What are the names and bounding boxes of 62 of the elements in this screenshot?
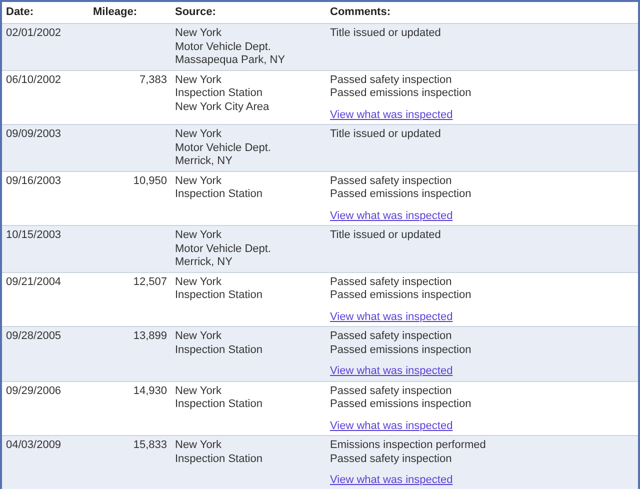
source-text: New York bbox=[175, 27, 222, 40]
comment-text: Emissions inspection performed bbox=[330, 439, 487, 452]
comment-text: Passed emissions inspection bbox=[330, 344, 472, 357]
date-cell: 02/01/2002 bbox=[6, 27, 62, 39]
mileage-cell: 10,950 bbox=[133, 174, 167, 186]
inspection-link[interactable]: View what was inspected bbox=[330, 108, 453, 120]
source-text: New York bbox=[175, 174, 222, 188]
comment-text: Title issued or updated bbox=[330, 229, 442, 242]
column-header: Source: bbox=[175, 6, 216, 18]
source-text: Inspection Station bbox=[175, 344, 264, 357]
source-text: Inspection Station bbox=[175, 87, 264, 100]
mileage-cell: 14,930 bbox=[133, 384, 167, 396]
date-cell: 04/03/2009 bbox=[6, 439, 62, 451]
mileage-cell: 15,833 bbox=[133, 439, 167, 451]
source-text: Inspection Station bbox=[175, 289, 264, 302]
source-text: New York bbox=[175, 439, 222, 452]
date-cell: 09/21/2004 bbox=[6, 276, 62, 288]
inspection-link[interactable]: View what was inspected bbox=[330, 210, 453, 222]
source-text: Motor Vehicle Dept. bbox=[175, 242, 272, 256]
source-text: Inspection Station bbox=[175, 188, 264, 202]
date-cell: 10/15/2003 bbox=[6, 229, 62, 241]
source-text: Inspection Station bbox=[175, 452, 264, 466]
column-header: Mileage: bbox=[93, 6, 138, 18]
inspection-link[interactable]: View what was inspected bbox=[330, 420, 453, 432]
comment-text: Passed emissions inspection bbox=[330, 188, 472, 202]
source-text: New York bbox=[175, 330, 222, 344]
inspection-link[interactable]: View what was inspected bbox=[330, 474, 453, 486]
source-text: Motor Vehicle Dept. bbox=[175, 142, 272, 155]
source-text: New York City Area bbox=[175, 100, 270, 114]
date-cell: 09/09/2003 bbox=[6, 128, 62, 140]
date-cell: 09/28/2005 bbox=[6, 330, 62, 342]
source-text: Merrick, NY bbox=[175, 155, 234, 168]
source-text: New York bbox=[175, 276, 222, 289]
column-header: Date: bbox=[6, 6, 34, 18]
source-text: New York bbox=[175, 74, 222, 87]
comment-text: Passed safety inspection bbox=[330, 384, 453, 398]
comment-text: Passed safety inspection bbox=[330, 452, 453, 466]
column-header: Comments: bbox=[330, 6, 391, 18]
date-cell: 06/10/2002 bbox=[6, 74, 62, 86]
mileage-cell: 12,507 bbox=[133, 276, 167, 288]
comment-text: Passed safety inspection bbox=[330, 174, 453, 188]
comment-text: Passed emissions inspection bbox=[330, 87, 472, 100]
source-text: Merrick, NY bbox=[175, 256, 234, 270]
source-text: New York bbox=[175, 229, 222, 242]
comment-text: Passed safety inspection bbox=[330, 74, 453, 87]
date-cell: 09/29/2006 bbox=[6, 384, 62, 396]
comment-text: Title issued or updated bbox=[330, 27, 442, 40]
mileage-cell: 7,383 bbox=[139, 74, 167, 86]
inspection-link[interactable]: View what was inspected bbox=[330, 310, 453, 322]
comment-text: Passed emissions inspection bbox=[330, 289, 472, 302]
source-text: New York bbox=[175, 128, 222, 142]
comment-text: Passed safety inspection bbox=[330, 276, 453, 289]
comment-text: Passed safety inspection bbox=[330, 330, 453, 344]
comment-text: Passed emissions inspection bbox=[330, 398, 472, 412]
mileage-cell: 13,899 bbox=[133, 330, 167, 342]
inspection-link[interactable]: View what was inspected bbox=[330, 365, 453, 377]
source-text: Inspection Station bbox=[175, 398, 264, 412]
source-text: Motor Vehicle Dept. bbox=[175, 40, 272, 54]
comment-text: Title issued or updated bbox=[330, 128, 442, 142]
source-text: New York bbox=[175, 384, 222, 398]
date-cell: 09/16/2003 bbox=[6, 174, 62, 186]
source-text: Massapequa Park, NY bbox=[175, 54, 286, 68]
